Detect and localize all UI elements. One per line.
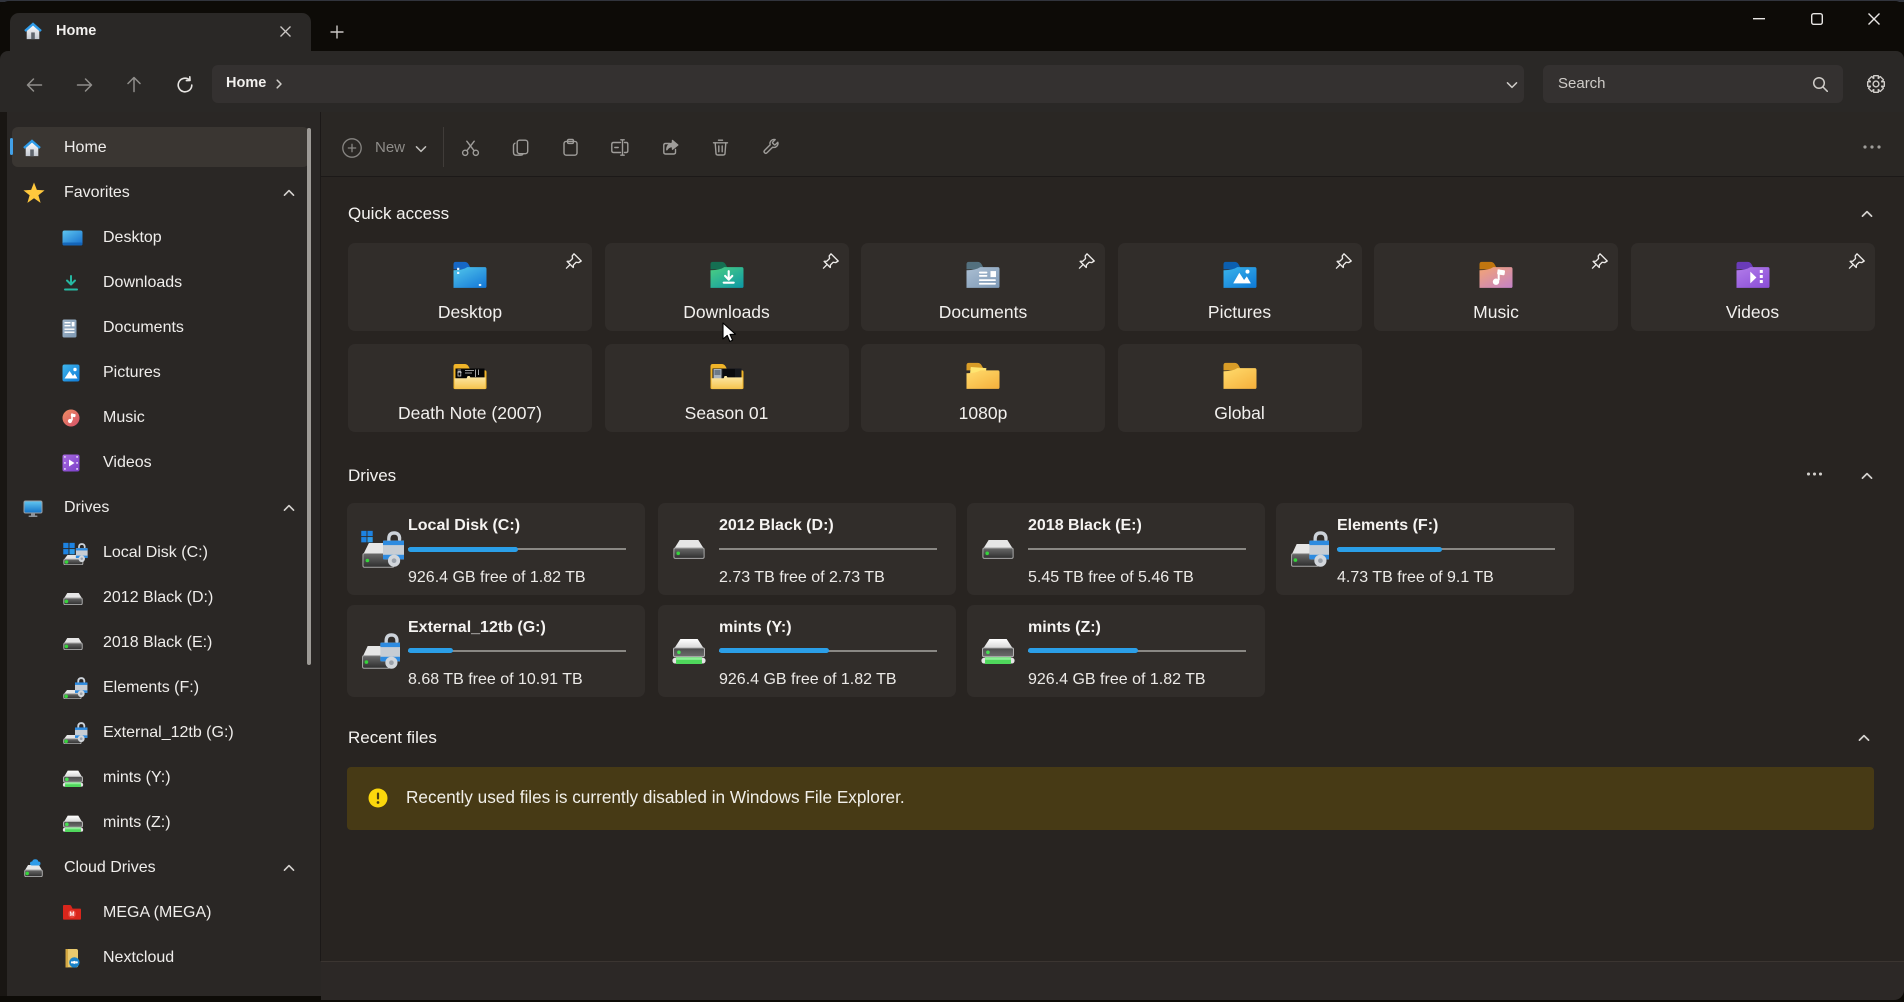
svg-text:M: M <box>70 912 75 918</box>
